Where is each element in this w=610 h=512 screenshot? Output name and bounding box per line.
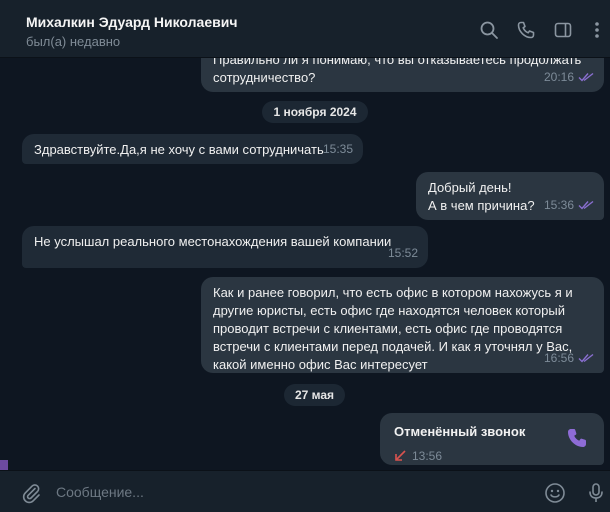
message-text: Здравствуйте.Да,я не хочу с вами сотрудн… [34,142,324,157]
message-meta: 15:52 [388,244,418,262]
message-meta: 15:35 [323,140,353,158]
emoji-icon[interactable] [544,482,566,504]
message-composer [0,470,610,512]
message-time: 16:56 [543,351,574,365]
double-check-icon [578,72,594,82]
message-time: 15:36 [543,198,574,212]
message-meta: 15:36 [544,196,594,214]
message-outgoing[interactable]: Как и ранее говорил, что есть офис в кот… [201,277,604,373]
message-incoming[interactable]: Не услышал реального местонахождения ваш… [22,226,428,268]
call-time: 13:56 [412,449,443,463]
message-time: 15:52 [387,246,418,260]
call-meta: 13:56 [394,447,590,465]
call-title: Отменённый звонок [394,424,526,439]
missed-call-arrow-icon [394,450,406,462]
call-message[interactable]: Отменённый звонок 13:56 [380,413,604,465]
more-icon[interactable] [590,20,604,40]
message-meta: 20:16 [544,68,594,86]
call-back-phone-icon[interactable] [566,427,588,449]
double-check-icon [578,353,594,363]
sidebar-toggle-icon[interactable] [553,20,573,40]
message-incoming[interactable]: Здравствуйте.Да,я не хочу с вами сотрудн… [22,134,363,164]
message-text: Как и ранее говорил, что есть офис в кот… [213,285,573,372]
search-icon[interactable] [479,20,499,40]
message-time: 20:16 [543,70,574,84]
contact-status: был(а) недавно [26,34,121,49]
phone-icon[interactable] [516,20,536,40]
chat-header: Михалкин Эдуард Николаевич был(а) недавн… [0,0,610,58]
contact-name[interactable]: Михалкин Эдуард Николаевич [26,14,237,30]
message-list[interactable]: Правильно ли я понимаю, что вы отказывае… [0,58,610,470]
message-text: Правильно ли я понимаю, что вы отказывае… [213,58,582,85]
mic-icon[interactable] [586,482,606,504]
attach-icon[interactable] [20,482,42,504]
message-text: Не услышал реального местонахождения ваш… [34,234,392,249]
date-separator: 27 мая [284,384,345,406]
message-input[interactable] [56,481,516,503]
double-check-icon [578,200,594,210]
message-outgoing[interactable]: Правильно ли я понимаю, что вы отказывае… [201,58,604,92]
message-meta: 16:56 [544,349,594,367]
date-separator: 1 ноября 2024 [262,101,368,123]
message-outgoing[interactable]: Добрый день! А в чем причина? 15:36 [416,172,604,220]
message-time: 15:35 [322,142,353,156]
